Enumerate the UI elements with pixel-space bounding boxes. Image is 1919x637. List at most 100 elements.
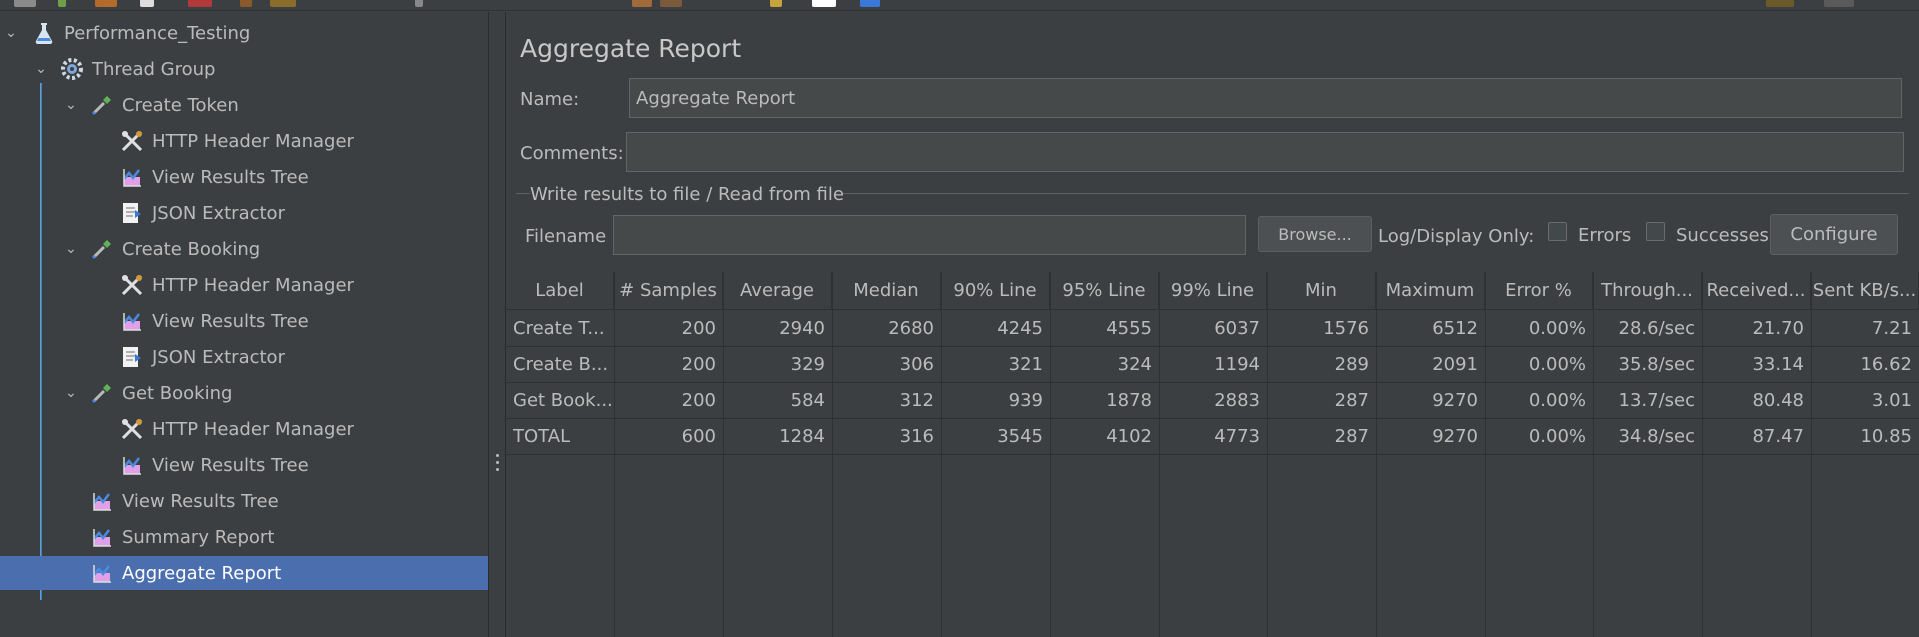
chevron-down-icon[interactable]: ⌄ bbox=[64, 242, 78, 256]
table-cell: 28.6/sec bbox=[1618, 317, 1696, 339]
toolbar-icon[interactable] bbox=[58, 0, 66, 7]
tree-node-json-extractor[interactable]: JSON Extractor bbox=[0, 340, 488, 374]
table-cell: 3.01 bbox=[1871, 389, 1912, 411]
toolbar-icon[interactable] bbox=[632, 0, 652, 7]
browse-button[interactable]: Browse... bbox=[1258, 216, 1372, 252]
tree-node-get-booking[interactable]: ⌄ Get Booking bbox=[0, 376, 488, 410]
filename-field[interactable] bbox=[613, 215, 1246, 255]
table-cell: 200 bbox=[681, 389, 716, 411]
column-header-average[interactable]: Average bbox=[723, 272, 832, 310]
table-cell: Get Book... bbox=[513, 389, 613, 411]
table-cell: 0.00% bbox=[1528, 353, 1586, 375]
configure-button[interactable]: Configure bbox=[1770, 214, 1898, 255]
table-cell: 321 bbox=[1008, 353, 1043, 375]
toolbar-icon[interactable] bbox=[270, 0, 296, 7]
flask-icon bbox=[32, 21, 56, 45]
errors-checkbox[interactable] bbox=[1548, 222, 1567, 241]
test-plan-tree: ⌄ Performance_Testing ⌄ Thread Group ⌄ C… bbox=[0, 12, 488, 637]
tree-node-http-header-manager[interactable]: HTTP Header Manager bbox=[0, 124, 488, 158]
column-header-error-pct[interactable]: Error % bbox=[1485, 272, 1593, 310]
tree-node-view-results-tree[interactable]: View Results Tree bbox=[0, 304, 488, 338]
table-cell: 4555 bbox=[1106, 317, 1152, 339]
graph-listener-icon bbox=[90, 561, 114, 585]
table-cell: 200 bbox=[681, 353, 716, 375]
panel-splitter[interactable] bbox=[488, 12, 506, 637]
toolbar-icon[interactable] bbox=[14, 0, 36, 7]
splitter-grip-dot bbox=[496, 454, 499, 457]
table-cell: 80.48 bbox=[1752, 389, 1804, 411]
column-header-min[interactable]: Min bbox=[1267, 272, 1376, 310]
chevron-down-icon[interactable]: ⌄ bbox=[64, 386, 78, 400]
column-header-throughput[interactable]: Through... bbox=[1593, 272, 1702, 310]
table-cell: 0.00% bbox=[1528, 389, 1586, 411]
toolbar-icon[interactable] bbox=[240, 0, 252, 7]
column-header-95-line[interactable]: 95% Line bbox=[1050, 272, 1159, 310]
tree-node-http-header-manager[interactable]: HTTP Header Manager bbox=[0, 412, 488, 446]
toolbar-icon[interactable] bbox=[660, 0, 682, 7]
column-header-sent[interactable]: Sent KB/s... bbox=[1811, 272, 1919, 310]
toolbar-icon[interactable] bbox=[812, 0, 836, 7]
toolbar-icon[interactable] bbox=[188, 0, 212, 7]
tree-node-view-results-tree[interactable]: View Results Tree bbox=[0, 448, 488, 482]
toolbar-icon[interactable] bbox=[140, 0, 154, 7]
table-cell: 0.00% bbox=[1528, 425, 1586, 447]
aggregate-results-table[interactable]: Label # Samples Average Median 90% Line … bbox=[506, 272, 1919, 637]
tree-node-summary-report[interactable]: Summary Report bbox=[0, 520, 488, 554]
toolbar-icon[interactable] bbox=[415, 0, 423, 7]
column-header-maximum[interactable]: Maximum bbox=[1376, 272, 1485, 310]
chevron-down-icon[interactable]: ⌄ bbox=[4, 26, 18, 40]
chevron-down-icon[interactable]: ⌄ bbox=[64, 98, 78, 112]
wrench-tools-icon bbox=[120, 417, 144, 441]
toolbar-icon[interactable] bbox=[770, 0, 782, 7]
table-cell: 1576 bbox=[1323, 317, 1369, 339]
tree-node-thread-group[interactable]: ⌄ Thread Group bbox=[0, 52, 488, 86]
column-header-90-line[interactable]: 90% Line bbox=[941, 272, 1050, 310]
table-cell: 1284 bbox=[779, 425, 825, 447]
table-cell: Create B... bbox=[513, 353, 609, 375]
name-field[interactable]: Aggregate Report bbox=[629, 78, 1902, 118]
document-extractor-icon bbox=[120, 201, 144, 225]
column-header-received[interactable]: Received... bbox=[1702, 272, 1811, 310]
tree-node-label: Aggregate Report bbox=[122, 562, 282, 584]
tree-node-create-booking[interactable]: ⌄ Create Booking bbox=[0, 232, 488, 266]
column-header-median[interactable]: Median bbox=[832, 272, 941, 310]
table-cell: 287 bbox=[1334, 389, 1369, 411]
table-cell: 289 bbox=[1334, 353, 1369, 375]
table-cell: 329 bbox=[790, 353, 825, 375]
tree-node-view-results-tree[interactable]: View Results Tree bbox=[0, 484, 488, 518]
toolbar-icon[interactable] bbox=[95, 0, 117, 7]
tree-node-http-header-manager[interactable]: HTTP Header Manager bbox=[0, 268, 488, 302]
table-cell: 3545 bbox=[997, 425, 1043, 447]
column-header-samples[interactable]: # Samples bbox=[614, 272, 723, 310]
tree-node-json-extractor[interactable]: JSON Extractor bbox=[0, 196, 488, 230]
table-cell: 35.8/sec bbox=[1618, 353, 1696, 375]
table-cell: 939 bbox=[1008, 389, 1043, 411]
tree-node-label: View Results Tree bbox=[152, 166, 309, 188]
tree-node-label: Thread Group bbox=[92, 58, 216, 80]
aggregate-report-panel: Aggregate Report Name: Aggregate Report … bbox=[506, 12, 1919, 637]
table-cell: 287 bbox=[1334, 425, 1369, 447]
tree-node-create-token[interactable]: ⌄ Create Token bbox=[0, 88, 488, 122]
tree-node-aggregate-report[interactable]: Aggregate Report bbox=[0, 556, 488, 590]
toolbar-icon[interactable] bbox=[860, 0, 880, 7]
sampler-pipette-icon bbox=[90, 93, 114, 117]
table-cell: 4245 bbox=[997, 317, 1043, 339]
column-header-99-line[interactable]: 99% Line bbox=[1159, 272, 1267, 310]
chevron-down-icon[interactable]: ⌄ bbox=[34, 62, 48, 76]
comments-field[interactable] bbox=[626, 132, 1904, 172]
file-group-border bbox=[516, 193, 530, 194]
table-cell: 87.47 bbox=[1752, 425, 1804, 447]
tree-node-view-results-tree[interactable]: View Results Tree bbox=[0, 160, 488, 194]
sampler-pipette-icon bbox=[90, 381, 114, 405]
toolbar-icon[interactable] bbox=[1766, 0, 1794, 7]
tree-node-performance-testing[interactable]: ⌄ Performance_Testing bbox=[0, 16, 488, 50]
wrench-tools-icon bbox=[120, 273, 144, 297]
successes-label: Successes bbox=[1676, 225, 1769, 246]
splitter-grip-dot bbox=[496, 461, 499, 464]
toolbar-icon[interactable] bbox=[1824, 0, 1854, 7]
successes-checkbox[interactable] bbox=[1646, 222, 1665, 241]
graph-listener-icon bbox=[90, 525, 114, 549]
table-cell: 6037 bbox=[1214, 317, 1260, 339]
column-header-label[interactable]: Label bbox=[506, 272, 614, 310]
tree-node-label: Create Token bbox=[122, 94, 239, 116]
